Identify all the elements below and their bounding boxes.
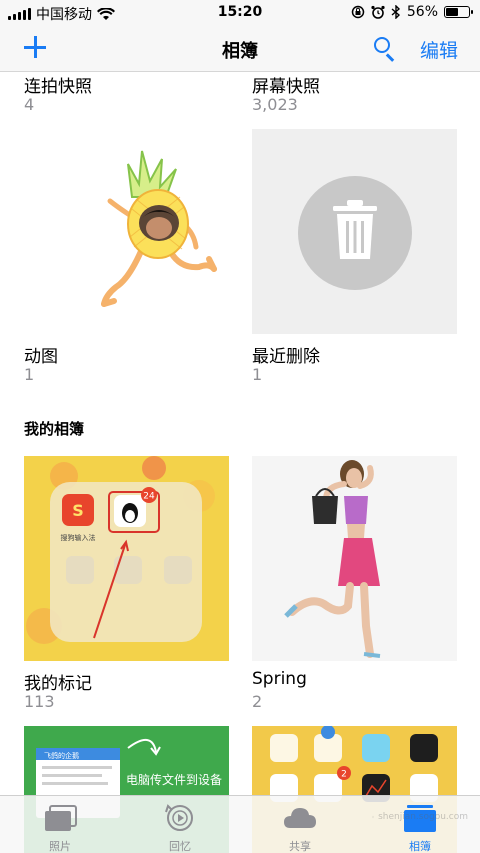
tab-label-memories: 回忆 [169,840,191,853]
battery-percent: 56% [406,4,438,20]
album-count-spring: 2 [252,692,263,711]
album-label-markup[interactable]: 我的标记 [24,669,92,694]
album-thumb-spring[interactable] [252,456,457,661]
tab-label-albums: 相簿 [409,840,431,853]
memories-icon [165,804,193,831]
tab-label-photos: 照片 [49,840,71,853]
album-label-recently-deleted[interactable]: 最近删除 [252,342,320,367]
battery-fill [446,8,458,16]
album-thumb-markup[interactable]: S 24 搜狗输入法 [24,456,229,661]
tab-label-shared: 共享 [289,840,311,853]
folder-screenshot-image: S 24 搜狗输入法 [26,456,215,644]
edit-button[interactable]: 编辑 [420,36,458,63]
qq-badge: 24 [143,492,155,502]
album-label-spring[interactable]: Spring [252,669,307,689]
photos-icon [45,805,77,831]
album-label-animated[interactable]: 动图 [24,342,58,367]
alarm-icon [371,5,385,19]
status-bar: 中国移动 15:20 56% [0,0,480,26]
album-count-recently-deleted: 1 [252,365,263,384]
bluetooth-icon [391,5,400,19]
album-label-screenshots[interactable]: 屏幕快照 [252,72,320,97]
album-count-markup: 113 [24,692,55,711]
tab-photos[interactable]: 照片 [0,796,120,853]
fashion-photo-image [284,460,381,658]
album-count-animated: 1 [24,365,35,384]
album-count-screenshots: 3,023 [252,95,298,114]
tab-memories[interactable]: 回忆 [120,796,240,853]
rotation-lock-icon [351,5,365,19]
album-count-burst: 4 [24,95,35,114]
notes-badge: 2 [341,770,347,780]
search-icon[interactable] [372,36,396,62]
cloud-icon [284,808,316,828]
album-thumb-recently-deleted[interactable] [252,129,457,334]
nav-bar: 相簿 编辑 [0,26,480,72]
transfer-window-title: 飞鸽的企鹅 [44,751,79,760]
tab-bar: 照片 回忆 共享 相簿 shenjian.sogou.com [0,795,480,853]
album-thumb-animated[interactable] [24,129,229,334]
battery-icon [444,6,473,18]
watermark-text: shenjian.sogou.com [378,812,468,822]
page-title: 相簿 [222,41,258,62]
svg-text:S: S [72,501,84,520]
app-caption: 搜狗输入法 [61,533,96,542]
tab-shared[interactable]: 共享 [240,796,360,853]
section-title-my-albums: 我的相簿 [24,420,85,438]
watermark-icon [372,815,375,819]
trash-icon [298,176,412,290]
transfer-caption: 电脑传文件到设备 [126,772,222,787]
watermark-logo: shenjian.sogou.com [372,802,468,832]
album-label-burst[interactable]: 连拍快照 [24,72,92,97]
status-right: 56% [351,4,473,20]
pineapple-character-image [101,150,217,307]
